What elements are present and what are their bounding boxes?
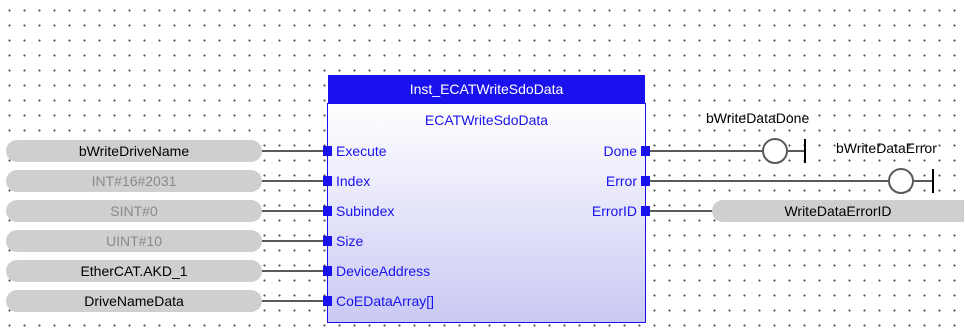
coil-done[interactable] — [762, 138, 788, 164]
pin-error[interactable] — [641, 176, 650, 186]
pin-label-subindex: Subindex — [336, 203, 395, 219]
block-instance-label: Inst_ECATWriteSdoData — [409, 81, 564, 97]
output-var-label: WriteDataErrorID — [784, 203, 892, 219]
input-var-execute[interactable]: bWriteDriveName — [6, 140, 262, 162]
input-const-label: INT#16#2031 — [91, 173, 177, 189]
output-var-errorid[interactable]: WriteDataErrorID — [712, 200, 964, 222]
input-const-size[interactable]: UINT#10 — [6, 230, 262, 252]
pin-deviceaddress[interactable] — [323, 266, 332, 276]
output-wire-error — [650, 180, 888, 182]
input-var-label: bWriteDriveName — [78, 143, 190, 159]
coil-label-error: bWriteDataError — [836, 140, 937, 156]
output-wire-errorid — [650, 210, 715, 212]
block-instance-name[interactable]: Inst_ECATWriteSdoData — [328, 75, 645, 103]
input-var-label: DriveNameData — [84, 293, 184, 309]
coil-rail-error — [932, 169, 934, 193]
input-wire — [262, 210, 324, 212]
pin-label-execute: Execute — [336, 143, 387, 159]
input-wire — [262, 270, 324, 272]
coil-wire-error — [914, 180, 932, 182]
pin-label-coedataarray: CoEDataArray[] — [336, 293, 435, 309]
input-var-coedataarray[interactable]: DriveNameData — [6, 290, 262, 312]
coil-rail-done — [804, 139, 806, 163]
input-const-label: UINT#10 — [105, 233, 163, 249]
pin-label-size: Size — [336, 233, 364, 249]
input-const-subindex[interactable]: SINT#0 — [6, 200, 262, 222]
pin-coedataarray[interactable] — [323, 296, 332, 306]
coil-wire-done — [788, 150, 804, 152]
pin-label-done: Done — [603, 143, 637, 159]
pin-done[interactable] — [641, 146, 650, 156]
pin-execute[interactable] — [323, 146, 332, 156]
block-type-name: ECATWriteSdoData — [424, 112, 549, 128]
input-var-deviceaddress[interactable]: EtherCAT.AKD_1 — [6, 260, 262, 282]
pin-size[interactable] — [323, 236, 332, 246]
input-wire — [262, 300, 324, 302]
input-wire — [262, 180, 324, 182]
pin-label-deviceaddress: DeviceAddress — [336, 263, 431, 279]
input-wire — [262, 150, 324, 152]
coil-error[interactable] — [888, 168, 914, 194]
pin-index[interactable] — [323, 176, 332, 186]
pin-label-errorid: ErrorID — [591, 203, 637, 219]
input-wire — [262, 240, 324, 242]
input-var-label: EtherCAT.AKD_1 — [80, 263, 188, 279]
pin-subindex[interactable] — [323, 206, 332, 216]
input-const-index[interactable]: INT#16#2031 — [6, 170, 262, 192]
pin-label-index: Index — [336, 173, 371, 189]
pin-errorid[interactable] — [641, 206, 650, 216]
function-block[interactable]: ECATWriteSdoData Execute Index Subindex … — [323, 103, 650, 323]
output-wire-done — [650, 150, 763, 152]
pin-label-error: Error — [605, 173, 637, 189]
input-const-label: SINT#0 — [110, 203, 158, 219]
coil-label-done: bWriteDataDone — [706, 110, 810, 126]
